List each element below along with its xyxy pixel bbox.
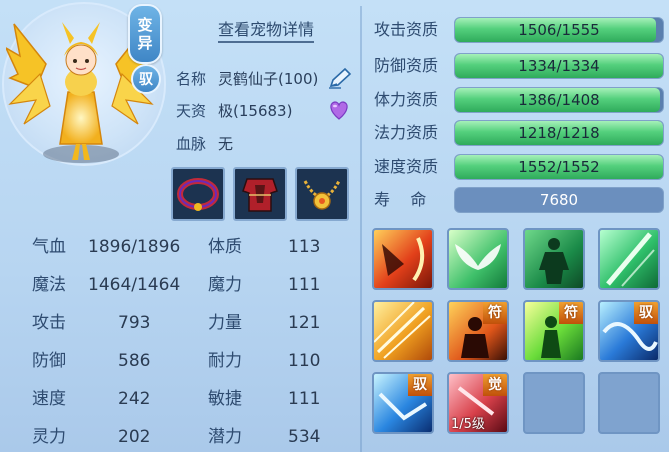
pet-bloodline-row: 血脉 无 <box>176 131 233 155</box>
aptitude-label-stamina: 体力资质 <box>374 90 439 109</box>
skill-tag-10: 觉 <box>483 374 507 396</box>
wings-icon <box>455 244 501 270</box>
red-collar-icon <box>177 178 219 211</box>
skill-slot-9[interactable]: 驭 <box>372 372 434 434</box>
aptitude-bar-attack: 1506/1555 <box>454 17 664 43</box>
pet-aptitude-label: 天资 <box>176 101 207 120</box>
skill-tag-9: 驭 <box>408 374 432 396</box>
pet-name-label: 名称 <box>176 69 207 88</box>
pet-aptitude-value: 极(15683) <box>218 101 293 120</box>
attr-label-magic: 魔力 <box>208 275 242 295</box>
aptitude-label-defense: 防御资质 <box>374 56 439 75</box>
equipment-slot-necklace[interactable] <box>295 167 349 221</box>
skill-slot-4[interactable] <box>598 228 660 290</box>
lifespan-value: 7680 <box>539 191 579 209</box>
left-panel: 变 异 驭 查看宠物详情 名称 灵鹤仙子(100) 天资 极(15683) 血脉… <box>0 0 362 452</box>
aptitude-bar-stamina: 1386/1408 <box>454 87 664 113</box>
green-slash-icon <box>606 232 655 287</box>
stat-label-spirit: 灵力 <box>32 427 66 447</box>
aptitude-bar-defense: 1334/1334 <box>454 53 664 79</box>
skill-slot-1[interactable] <box>372 228 434 290</box>
lifespan-label: 寿 命 <box>374 190 427 209</box>
pet-name-row: 名称 灵鹤仙子(100) <box>176 66 318 90</box>
pet-name-value: 灵鹤仙子(100) <box>218 69 319 88</box>
stat-value-mp: 1464/1464 <box>88 275 181 295</box>
stat-value-speed: 242 <box>118 389 151 409</box>
mutation-badge[interactable]: 变 异 <box>128 4 162 64</box>
attr-label-constitution: 体质 <box>208 237 242 257</box>
equipment-slot-armor[interactable] <box>233 167 287 221</box>
fire-claw-icon <box>382 237 425 282</box>
skill-slot-7[interactable]: 符 <box>523 300 585 362</box>
attr-value-constitution: 113 <box>288 237 321 257</box>
aptitude-label-attack: 攻击资质 <box>374 20 439 39</box>
stat-value-defense: 586 <box>118 351 151 371</box>
green-figure-icon <box>539 238 569 284</box>
attr-value-potential: 534 <box>288 427 321 447</box>
mutation-badge-char-1: 变 <box>137 16 153 34</box>
pet-bloodline-value: 无 <box>218 134 234 153</box>
view-pet-details-link[interactable]: 查看宠物详情 <box>218 20 315 43</box>
skill-slot-8[interactable]: 驭 <box>598 300 660 362</box>
skill-tag-6: 符 <box>483 302 507 324</box>
skill-tag-7: 符 <box>559 302 583 324</box>
pet-aptitude-row: 天资 极(15683) <box>176 98 292 122</box>
attr-value-endurance: 110 <box>288 351 321 371</box>
stat-value-hp: 1896/1896 <box>88 237 181 257</box>
red-armor-icon <box>242 178 278 212</box>
right-panel: 攻击资质 1506/1555 防御资质 1334/1334 体力资质 1386/… <box>362 0 669 452</box>
aptitude-text-attack: 1506/1555 <box>518 21 600 39</box>
aptitude-bar-speed: 1552/1552 <box>454 154 664 180</box>
attr-value-agility: 111 <box>288 389 321 409</box>
tame-badge[interactable]: 驭 <box>131 64 161 94</box>
stat-label-defense: 防御 <box>32 351 66 371</box>
skill-slot-empty-1[interactable] <box>523 372 585 434</box>
stat-label-speed: 速度 <box>32 389 66 409</box>
skill-slot-2[interactable] <box>447 228 509 290</box>
gold-necklace-icon <box>303 180 341 210</box>
skill-slot-3[interactable] <box>523 228 585 290</box>
equipment-slot-collar[interactable] <box>171 167 225 221</box>
skill-slot-5[interactable] <box>372 300 434 362</box>
skill-tag-8: 驭 <box>634 302 658 324</box>
stat-label-attack: 攻击 <box>32 313 66 333</box>
stat-value-attack: 793 <box>118 313 151 333</box>
mutation-badge-char-2: 异 <box>137 34 153 52</box>
aptitude-text-stamina: 1386/1408 <box>518 91 600 109</box>
aptitude-label-mana: 法力资质 <box>374 123 439 142</box>
stat-label-mp: 魔法 <box>32 275 66 295</box>
stat-label-hp: 气血 <box>32 237 66 257</box>
attr-label-agility: 敏捷 <box>208 389 242 409</box>
aptitude-text-mana: 1218/1218 <box>518 124 600 142</box>
stat-value-spirit: 202 <box>118 427 151 447</box>
skill-slot-6[interactable]: 符 <box>447 300 509 362</box>
rename-pencil-icon[interactable] <box>327 66 353 90</box>
attr-value-strength: 121 <box>288 313 321 333</box>
skill-slot-10[interactable]: 觉 1/5级 <box>447 372 509 434</box>
heart-icon[interactable] <box>327 99 351 121</box>
skill-level-10: 1/5级 <box>451 417 485 432</box>
aptitude-text-speed: 1552/1552 <box>518 158 600 176</box>
pet-bloodline-label: 血脉 <box>176 134 207 153</box>
aptitude-label-speed: 速度资质 <box>374 157 439 176</box>
skill-slot-empty-2[interactable] <box>598 372 660 434</box>
flame-burst-icon <box>374 302 431 359</box>
attr-label-endurance: 耐力 <box>208 351 242 371</box>
attr-label-potential: 潜力 <box>208 427 242 447</box>
aptitude-text-defense: 1334/1334 <box>518 57 600 75</box>
aptitude-bar-mana: 1218/1218 <box>454 120 664 146</box>
attr-label-strength: 力量 <box>208 313 242 333</box>
lifespan-bar: 7680 <box>454 187 664 213</box>
attr-value-magic: 111 <box>288 275 321 295</box>
pet-panel: 变 异 驭 查看宠物详情 名称 灵鹤仙子(100) 天资 极(15683) 血脉… <box>0 0 669 452</box>
